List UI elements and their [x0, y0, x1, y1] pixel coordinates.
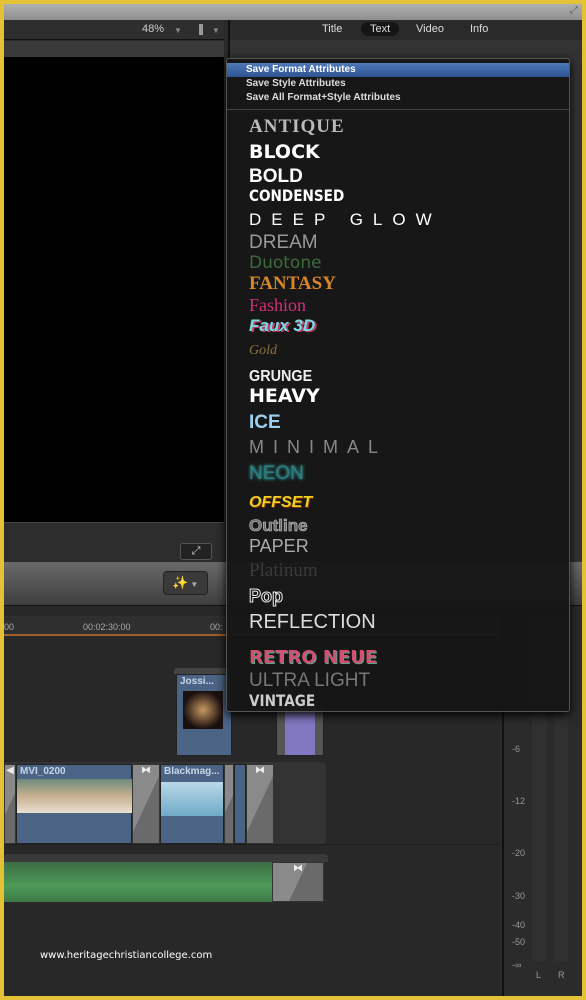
- channel-label: R: [558, 970, 565, 980]
- meter-label: -∞: [512, 960, 522, 970]
- meter-label: -20: [512, 848, 526, 858]
- clip-name: Blackmag...: [164, 766, 220, 777]
- viewer-header: 48% ▼ ▼: [4, 20, 224, 40]
- view-options-icon[interactable]: [199, 24, 203, 35]
- transition[interactable]: [224, 764, 234, 844]
- style-retro-neue[interactable]: RETRO NEUE: [249, 649, 377, 667]
- style-fashion[interactable]: Fashion: [249, 296, 306, 314]
- audio-transition[interactable]: ⧓: [272, 862, 324, 902]
- style-fantasy[interactable]: FANTASY: [249, 274, 336, 293]
- video-clip[interactable]: MVI_0200: [16, 764, 133, 844]
- fullscreen-button[interactable]: ⤢: [180, 543, 212, 560]
- menu-item-save-format[interactable]: Save Format Attributes: [227, 63, 569, 77]
- style-outline[interactable]: Outline: [249, 517, 308, 535]
- meter-label: -30: [512, 891, 526, 901]
- style-offset[interactable]: OFFSET: [249, 495, 312, 511]
- timecode: 00:: [210, 622, 223, 632]
- clip-thumbnail: [161, 782, 223, 816]
- expand-icon: ⤢: [191, 545, 201, 557]
- style-dream[interactable]: DREAM: [249, 233, 318, 252]
- tab-video[interactable]: Video: [416, 23, 444, 35]
- menu-item-save-style[interactable]: Save Style Attributes: [227, 77, 569, 91]
- style-bold[interactable]: BOLD: [249, 167, 303, 186]
- transition[interactable]: ⧓: [246, 764, 274, 844]
- menu-item-save-all[interactable]: Save All Format+Style Attributes: [227, 91, 569, 105]
- transition[interactable]: ◀: [4, 764, 16, 844]
- style-block[interactable]: BLOCK: [249, 143, 320, 162]
- tab-title[interactable]: Title: [322, 23, 342, 35]
- tab-text[interactable]: Text: [361, 22, 400, 36]
- clip-name: MVI_0200: [20, 766, 66, 777]
- style-platinum[interactable]: Platinum: [249, 561, 318, 580]
- audio-clip[interactable]: [4, 862, 272, 902]
- video-clip[interactable]: [234, 764, 246, 844]
- timecode: 00:02:30:00: [83, 622, 131, 632]
- style-duotone[interactable]: Duotone: [249, 255, 322, 272]
- style-heavy[interactable]: HEAVY: [249, 387, 320, 406]
- tab-info[interactable]: Info: [470, 23, 488, 35]
- title-bar: ⤢: [4, 4, 582, 20]
- clip-name: Jossi...: [180, 676, 214, 687]
- viewer-subheader: [4, 41, 224, 57]
- style-ultra-light[interactable]: ULTRA LIGHT: [249, 671, 370, 690]
- video-clip[interactable]: Blackmag...: [160, 764, 224, 844]
- chevron-down-icon[interactable]: ▼: [212, 26, 220, 35]
- menu-separator: [227, 109, 569, 110]
- style-faux-3d[interactable]: Faux 3D: [249, 317, 315, 334]
- meter-label: -40: [512, 920, 526, 930]
- enhance-button[interactable]: ✨ ▼: [163, 571, 208, 595]
- style-antique[interactable]: ANTIQUE: [249, 117, 345, 136]
- final-cut-window: ⤢ 48% ▼ ▼ ⤢ Title Text Video Info ✨ ▼ 00…: [4, 4, 582, 996]
- meter-label: -12: [512, 796, 526, 806]
- meter-label: -6: [512, 744, 521, 754]
- watermark: www.heritagechristiancollege.com: [40, 950, 213, 961]
- timecode: 00: [4, 622, 15, 632]
- clip-thumbnail: [183, 691, 223, 729]
- style-ice[interactable]: ICE: [249, 413, 281, 432]
- style-deep-glow[interactable]: DEEP GLOW: [249, 211, 442, 228]
- connected-clip[interactable]: Jossi...: [176, 674, 232, 756]
- meter-label: -50: [512, 937, 526, 947]
- clip-thumbnail: [17, 779, 133, 813]
- style-paper[interactable]: PAPER: [249, 537, 309, 555]
- style-grunge[interactable]: GRUNGE: [249, 369, 312, 385]
- style-pop[interactable]: Pop: [249, 587, 284, 606]
- chevron-down-icon[interactable]: ▼: [174, 26, 182, 35]
- magic-wand-icon: ✨: [172, 575, 189, 590]
- fullscreen-icon[interactable]: ⤢: [570, 5, 578, 16]
- text-style-menu: Save Format Attributes Save Style Attrib…: [226, 58, 570, 712]
- style-minimal[interactable]: MINIMAL: [249, 438, 387, 456]
- zoom-level[interactable]: 48%: [142, 23, 164, 35]
- style-reflection[interactable]: REFLECTION: [249, 612, 376, 632]
- viewer-canvas[interactable]: [4, 57, 224, 522]
- style-neon[interactable]: NEON: [249, 464, 304, 483]
- channel-label: L: [536, 970, 542, 980]
- transition[interactable]: ⧓: [132, 764, 160, 844]
- style-gold[interactable]: Gold: [249, 344, 277, 358]
- style-condensed[interactable]: CONDENSED: [249, 188, 344, 204]
- inspector-tabs: Title Text Video Info: [228, 20, 582, 40]
- style-vintage[interactable]: VINTAGE: [249, 693, 315, 709]
